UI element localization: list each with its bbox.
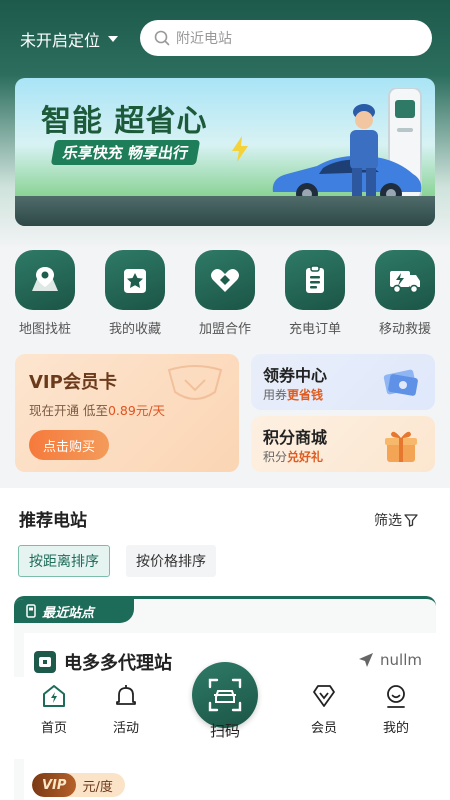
coupon-description: 用券更省钱	[263, 386, 323, 403]
vip-price-badge: VIP 元/度	[32, 773, 125, 797]
nearest-station-tag: 最近站点	[14, 599, 134, 623]
coupon-title: 领券中心	[263, 366, 328, 385]
search-icon	[154, 30, 170, 46]
vip-price: 0.89元/天	[107, 403, 166, 418]
location-selector[interactable]: 未开启定位	[20, 27, 119, 51]
tab-home-label: 首页	[40, 721, 67, 736]
points-desc-prefix: 积分	[263, 450, 288, 464]
vip-description: 现在开通 低至0.89元/天	[29, 400, 165, 419]
quick-action-label: 地图找桩	[18, 322, 71, 337]
tab-mine-label: 我的	[382, 721, 409, 736]
coupon-center-card[interactable]: 领券中心 用券更省钱	[251, 354, 435, 410]
chevron-down-icon	[108, 36, 119, 42]
tab-activity-label: 活动	[112, 721, 139, 736]
quick-actions: 地图找桩 我的收藏 加盟合作 充电订单 移动救援	[0, 250, 450, 340]
search-placeholder: 附近电站	[176, 31, 232, 47]
station-distance-value: nullm	[380, 651, 422, 669]
points-description: 积分兑好礼	[263, 448, 323, 465]
station-logo-icon	[34, 651, 56, 673]
station-name: 电多多代理站	[64, 653, 172, 674]
banner-road	[15, 196, 435, 226]
vip-title: VIP会员卡	[29, 372, 117, 393]
header: 未开启定位 附近电站	[0, 0, 450, 76]
points-desc-highlight: 兑好礼	[287, 450, 324, 464]
quick-action-favorites[interactable]: 我的收藏	[90, 250, 180, 340]
coupon-desc-prefix: 用券	[263, 388, 288, 402]
vip-card[interactable]: VIP会员卡 现在开通 低至0.89元/天 点击购买	[15, 354, 239, 472]
tab-home[interactable]: 首页	[19, 683, 89, 736]
points-mall-card[interactable]: 积分商城 积分兑好礼	[251, 416, 435, 472]
tab-activity[interactable]: 活动	[91, 683, 161, 736]
location-label: 未开启定位	[20, 31, 101, 50]
scan-label: 扫码	[209, 722, 240, 740]
station-distance: nullm	[358, 651, 422, 669]
station-name-row: 电多多代理站	[34, 649, 172, 675]
handshake-heart-icon	[195, 250, 255, 310]
section-title: 推荐电站	[19, 511, 87, 531]
banner-title: 智能 超省心	[41, 104, 208, 139]
coupon-desc-highlight: 更省钱	[287, 388, 324, 402]
quick-action-label: 我的收藏	[108, 322, 161, 337]
navigation-arrow-icon	[359, 653, 374, 667]
bell-icon	[116, 685, 136, 705]
filter-label: 筛选	[374, 513, 402, 529]
quick-action-franchise[interactable]: 加盟合作	[180, 250, 270, 340]
home-icon	[43, 685, 65, 707]
nearest-station-tag-label: 最近站点	[42, 605, 95, 621]
quick-action-map[interactable]: 地图找桩	[0, 250, 90, 340]
quick-action-label: 移动救援	[378, 322, 431, 337]
vip-desc-prefix: 现在开通 低至	[29, 403, 108, 418]
filter-icon	[404, 514, 418, 527]
lightning-icon	[232, 136, 248, 162]
map-pin-icon	[15, 250, 75, 310]
scan-button[interactable]	[192, 662, 258, 728]
vip-label: VIP	[32, 773, 77, 797]
promo-banner[interactable]: 智能 超省心 乐享快充 畅享出行	[15, 78, 435, 226]
sort-by-price-button[interactable]: 按价格排序	[126, 545, 216, 577]
coupon-ticket-icon	[383, 369, 418, 396]
station-tag-icon	[26, 604, 36, 618]
buy-vip-button[interactable]: 点击购买	[29, 430, 110, 460]
price-unit: 元/度	[82, 779, 113, 795]
star-icon	[105, 250, 165, 310]
gift-box-icon	[385, 431, 417, 462]
quick-action-rescue[interactable]: 移动救援	[360, 250, 450, 340]
tab-mine[interactable]: 我的	[361, 683, 431, 736]
quick-action-orders[interactable]: 充电订单	[270, 250, 360, 340]
vip-badge-icon	[167, 365, 223, 400]
smiley-profile-icon	[387, 685, 405, 708]
search-input[interactable]: 附近电站	[140, 20, 432, 56]
order-list-icon	[285, 250, 345, 310]
quick-action-label: 充电订单	[288, 322, 341, 337]
tab-member[interactable]: 会员	[289, 683, 359, 736]
points-title: 积分商城	[263, 428, 328, 447]
sort-by-distance-button[interactable]: 按距离排序	[18, 545, 110, 577]
quick-action-label: 加盟合作	[198, 322, 251, 337]
rescue-truck-icon	[375, 250, 435, 310]
tab-member-label: 会员	[310, 721, 337, 736]
banner-subtitle: 乐享快充 畅享出行	[50, 140, 201, 165]
member-diamond-icon	[313, 685, 335, 707]
scan-car-icon	[208, 678, 242, 712]
filter-button[interactable]: 筛选	[374, 510, 418, 530]
